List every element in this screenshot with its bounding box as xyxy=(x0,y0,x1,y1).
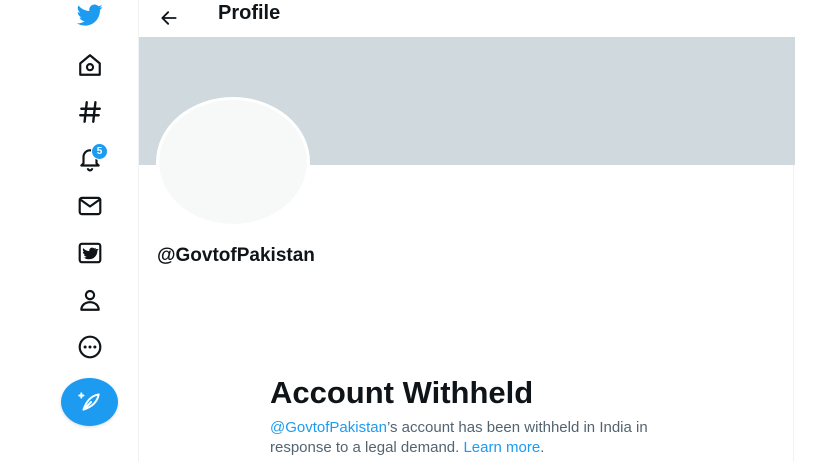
back-button[interactable] xyxy=(155,4,183,32)
feather-compose-icon xyxy=(77,389,103,415)
avatar[interactable] xyxy=(156,97,310,227)
compose-tweet-button[interactable] xyxy=(61,378,118,426)
more-options-icon[interactable] xyxy=(72,329,108,365)
main-column: Profile @GovtofPakistan Account Withheld… xyxy=(138,0,795,462)
learn-more-link[interactable]: Learn more xyxy=(463,439,540,456)
profile-header: Profile xyxy=(139,0,795,37)
page-title: Profile xyxy=(218,2,281,24)
handle-link[interactable]: @GovtofPakistan xyxy=(270,419,387,436)
notification-count-badge: 5 xyxy=(91,143,108,160)
profile-person-icon[interactable] xyxy=(72,282,108,318)
sidebar: 5 xyxy=(0,0,138,462)
messages-envelope-icon[interactable] xyxy=(72,188,108,224)
withheld-message: @GovtofPakistan’s account has been withh… xyxy=(270,418,690,458)
withheld-title: Account Withheld xyxy=(270,375,534,410)
twitter-blue-icon[interactable] xyxy=(72,235,108,271)
home-icon[interactable] xyxy=(72,47,108,83)
profile-handle: @GovtofPakistan xyxy=(157,245,315,266)
withheld-period: . xyxy=(540,439,545,456)
explore-hashtag-icon[interactable] xyxy=(72,94,108,130)
notifications-bell-icon[interactable]: 5 xyxy=(72,141,108,177)
arrow-left-icon xyxy=(159,8,179,28)
twitter-logo-icon[interactable] xyxy=(72,0,108,33)
